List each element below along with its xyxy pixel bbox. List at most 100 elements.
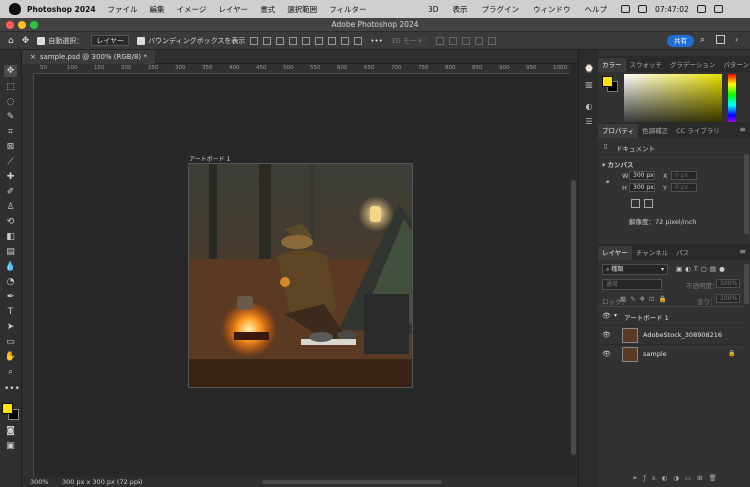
auto-select-target-select[interactable]: レイヤー <box>91 35 130 46</box>
home-icon[interactable]: ⌂ <box>8 36 14 46</box>
menu-3d[interactable]: 3D <box>428 5 439 14</box>
tab-swatches[interactable]: スウォッチ <box>626 58 667 72</box>
crop-icon[interactable]: ⌗ <box>4 126 17 138</box>
tab-color[interactable]: カラー <box>598 58 626 72</box>
status-menu-icon[interactable]: › <box>138 477 141 487</box>
y-input[interactable]: 0 px <box>671 183 697 192</box>
gradient-icon[interactable]: ▤ <box>4 246 17 258</box>
tab-layers[interactable]: レイヤー <box>598 246 632 260</box>
dodge-icon[interactable]: ◔ <box>4 276 17 288</box>
vertical-scroll-thumb[interactable] <box>571 180 576 455</box>
clock[interactable]: 07:47:02 <box>655 5 689 14</box>
properties-scrollbar[interactable] <box>744 154 749 234</box>
lasso-icon[interactable]: ◌ <box>4 96 17 108</box>
align-bottom-icon[interactable] <box>315 36 324 45</box>
document-tab[interactable]: × sample.psd @ 300% (RGB/8) * <box>22 50 155 64</box>
link-icon[interactable]: ⚭ <box>605 178 610 186</box>
pan-3d-icon[interactable] <box>461 36 470 45</box>
share-button[interactable]: 共有 <box>667 35 694 47</box>
adjust-icon[interactable]: ☰ <box>583 117 595 128</box>
quick-select-icon[interactable]: ✎ <box>4 111 17 123</box>
layers-scrollbar[interactable] <box>744 264 749 304</box>
more-tools-icon[interactable]: ••• <box>4 383 20 395</box>
status-icon[interactable] <box>621 5 631 13</box>
type-icon[interactable]: T <box>4 306 17 318</box>
brush-icon[interactable]: ✐ <box>4 186 17 198</box>
stamp-icon[interactable]: ♙ <box>4 201 17 213</box>
frame-icon[interactable]: ⊠ <box>4 141 17 153</box>
tab-adjustments[interactable]: 色調補正 <box>638 124 672 138</box>
move-icon[interactable]: ✥ <box>4 65 17 77</box>
layer-row-artboard[interactable]: 👁 ▾ アートボード 1 <box>598 306 744 325</box>
bounding-box-checkbox[interactable] <box>137 36 146 45</box>
workspace-icon[interactable] <box>716 35 725 44</box>
distribute-icon[interactable] <box>328 36 337 45</box>
roll-3d-icon[interactable] <box>448 36 457 45</box>
libraries-icon[interactable]: ▥ <box>583 80 595 91</box>
menu-select[interactable]: 選択範囲 <box>287 4 317 15</box>
menu-type[interactable]: 書式 <box>260 4 275 15</box>
search-icon[interactable] <box>696 5 706 13</box>
canvas-section-label[interactable]: ▾ カンバス <box>602 159 634 169</box>
battery-icon[interactable] <box>638 5 648 13</box>
close-tab-icon[interactable]: × <box>30 53 36 61</box>
align-right-icon[interactable] <box>276 36 285 45</box>
menu-filter[interactable]: フィルター <box>329 4 366 15</box>
align-left-icon[interactable] <box>250 36 259 45</box>
tab-cc-libraries[interactable]: CC ライブラリ <box>672 124 724 138</box>
color-panel-fg-swatch[interactable] <box>602 76 613 87</box>
apple-icon[interactable] <box>9 3 21 15</box>
menu-app-name[interactable]: Photoshop 2024 <box>27 5 96 14</box>
path-select-icon[interactable]: ➤ <box>4 321 17 333</box>
more-icon[interactable]: › <box>735 35 738 44</box>
eyedropper-icon[interactable]: ⟋ <box>4 156 17 168</box>
menu-image[interactable]: イメージ <box>177 4 207 15</box>
expand-chevron-icon[interactable]: ▾ <box>614 312 617 319</box>
horizontal-ruler[interactable]: 50 100 150 200 250 300 350 400 450 500 550 600 650 70… <box>34 64 570 74</box>
height-input[interactable]: 300 px <box>629 183 655 192</box>
auto-select-checkbox[interactable] <box>37 36 46 45</box>
hand-icon[interactable]: ✋ <box>4 351 17 363</box>
menu-view[interactable]: 表示 <box>453 4 468 15</box>
portrait-icon[interactable] <box>631 199 640 208</box>
eraser-icon[interactable]: ◧ <box>4 231 17 243</box>
tab-paths[interactable]: パス <box>672 246 693 260</box>
tab-gradients[interactable]: グラデーション <box>666 58 719 72</box>
menu-window[interactable]: ウィンドウ <box>533 4 571 15</box>
menu-layer[interactable]: レイヤー <box>218 4 248 15</box>
layer-filter-icons[interactable]: ▣◐T▢▤● <box>676 265 728 273</box>
slide-3d-icon[interactable] <box>474 36 483 45</box>
pen-icon[interactable]: ✒ <box>4 291 17 303</box>
visibility-eye-icon[interactable]: 👁 <box>602 331 611 339</box>
menu-edit[interactable]: 編集 <box>150 4 165 15</box>
vertical-ruler[interactable] <box>22 74 34 477</box>
tab-properties[interactable]: プロパティ <box>598 124 639 138</box>
foreground-color-swatch[interactable] <box>2 403 13 414</box>
fill-input[interactable]: 100% <box>716 294 740 303</box>
zoom-level[interactable]: 300% <box>30 477 49 487</box>
visibility-eye-icon[interactable]: 👁 <box>602 312 611 320</box>
marquee-icon[interactable]: ⬚ <box>4 81 17 93</box>
shape-icon[interactable]: ▭ <box>4 336 17 348</box>
layers-menu-icon[interactable]: ≡ <box>739 247 746 256</box>
opacity-input[interactable]: 100% <box>716 279 740 288</box>
orbit-3d-icon[interactable] <box>435 36 444 45</box>
layer-filter-select[interactable]: ⌕ 種類 ▾ <box>602 264 668 275</box>
control-center-icon[interactable] <box>713 5 723 13</box>
layer-row-adobestock[interactable]: 👁 AdobeStock_308908216 <box>598 325 744 344</box>
document-size[interactable]: 300 px x 300 px (72 ppi) <box>62 477 142 487</box>
more-options-icon[interactable]: ••• <box>370 37 382 45</box>
panel-menu-icon[interactable]: ≡ <box>739 125 746 134</box>
tab-channels[interactable]: チャンネル <box>632 246 672 260</box>
align-center-icon[interactable] <box>263 36 272 45</box>
width-input[interactable]: 300 px <box>629 171 655 180</box>
menu-help[interactable]: ヘルプ <box>585 4 608 15</box>
landscape-icon[interactable] <box>644 199 653 208</box>
layer-row-sample[interactable]: 👁 sample 🔒 <box>598 344 744 363</box>
artboard-label[interactable]: アートボード 1 <box>189 154 230 163</box>
distribute-h-icon[interactable] <box>354 36 363 45</box>
x-input[interactable]: 0 px <box>671 171 697 180</box>
horizontal-scroll-thumb[interactable] <box>262 480 442 484</box>
scale-3d-icon[interactable] <box>487 36 496 45</box>
menu-plugins[interactable]: プラグイン <box>482 4 520 15</box>
